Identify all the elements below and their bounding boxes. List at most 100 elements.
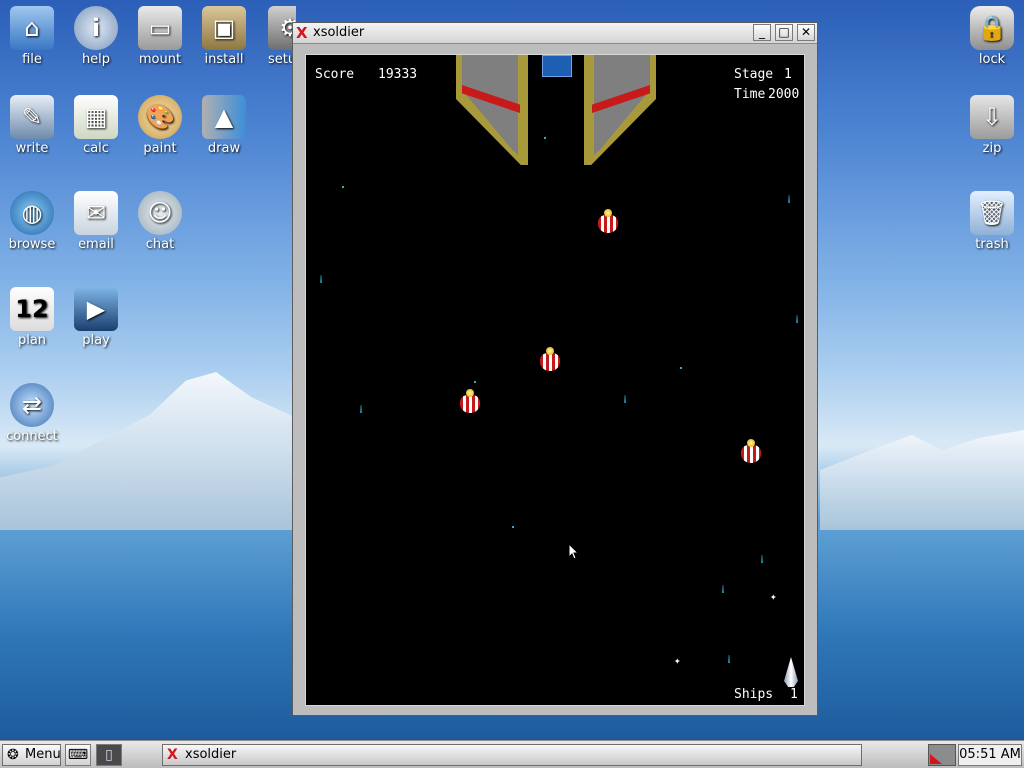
star [512, 526, 514, 528]
enemy-ship [596, 209, 620, 235]
star-streak [360, 405, 362, 413]
trash-bin-icon: 🗑 [970, 191, 1014, 235]
network-flag-icon [930, 754, 942, 764]
enemy-ship [538, 347, 562, 373]
boss-right-wing [584, 55, 656, 165]
start-menu-button[interactable]: ❂ Menu [2, 744, 61, 766]
star-streak [788, 195, 790, 203]
x-logo-icon: X [296, 24, 308, 42]
star [544, 137, 546, 139]
desktop-icon-calc[interactable]: ▦ calc [64, 95, 128, 156]
desktop-icon-label: draw [207, 141, 241, 156]
desktop-icon-label: chat [145, 237, 175, 252]
x-logo-icon: X [167, 747, 178, 763]
desktop-icon-write[interactable]: ✎ write [0, 95, 64, 156]
player-ship [784, 657, 798, 687]
calendar-icon: 12 [10, 287, 54, 331]
desktop-icon-zip[interactable]: ⇩ zip [960, 95, 1024, 156]
enemy-ship [458, 389, 482, 415]
desktop-icon-label: calc [83, 141, 109, 156]
close-button[interactable]: ✕ [797, 24, 815, 41]
boss-core [542, 55, 572, 77]
desktop-icon-play[interactable]: ▶ play [64, 287, 128, 348]
desktop-icon-install[interactable]: ▣ install [192, 6, 256, 67]
zip-archive-icon: ⇩ [970, 95, 1014, 139]
window-titlebar[interactable]: X xsoldier _ □ ✕ [293, 23, 817, 44]
star-streak [320, 275, 322, 283]
star-streak [722, 585, 724, 593]
help-icon: i [74, 6, 118, 50]
boss-left-wing [456, 55, 528, 165]
write-document-icon: ✎ [10, 95, 54, 139]
desktop-icon-paint[interactable]: 🎨 paint [128, 95, 192, 156]
ships-value: 1 [790, 687, 798, 702]
taskbar-item-label: xsoldier [185, 747, 237, 762]
padlock-icon: 🔒 [970, 6, 1014, 50]
desktop-icon-email[interactable]: ✉ email [64, 191, 128, 252]
score-label: Score [315, 67, 355, 82]
score-value: 19333 [378, 67, 418, 82]
stage-value: 1 [784, 67, 792, 82]
desktop-icon-label: email [78, 237, 114, 252]
desktop-icon-file[interactable]: ⌂ file [0, 6, 64, 67]
maximize-button[interactable]: □ [775, 24, 793, 41]
star-streak [728, 655, 730, 663]
media-film-icon: ▶ [74, 287, 118, 331]
email-envelope-icon: ✉ [74, 191, 118, 235]
desktop-icon-mount[interactable]: ▭ mount [128, 6, 192, 67]
desktop-icon-label: help [81, 52, 111, 67]
enemy-bullet: ✦ [770, 590, 777, 603]
desktop-icon-label: play [82, 333, 110, 348]
ships-label: Ships [734, 687, 774, 702]
game-canvas[interactable]: Score 19333 Stage 1 Time 2000 Ships 1 ✦ [305, 54, 805, 706]
desktop-icon-label: write [15, 141, 49, 156]
desktop-icon-chat[interactable]: ☺ chat [128, 191, 192, 252]
system-tray-flag[interactable] [928, 744, 956, 766]
taskbar-item-xsoldier[interactable]: X xsoldier [162, 744, 862, 766]
keyboard-icon: ⌨ [67, 747, 89, 763]
home-folder-icon: ⌂ [10, 6, 54, 50]
mouse-pointer-icon [569, 544, 579, 560]
desktop-icon-label: install [204, 52, 244, 67]
mountain-right [820, 430, 1024, 530]
show-desktop-button[interactable]: ▯ [96, 744, 122, 766]
desktop-icon-browse[interactable]: ◍ browse [0, 191, 64, 252]
keyboard-launcher[interactable]: ⌨ [65, 744, 91, 766]
desktop-icon-label: plan [17, 333, 47, 348]
window-title: xsoldier [313, 25, 365, 40]
star-streak [761, 555, 763, 563]
desktop-icon-label: lock [978, 52, 1006, 67]
menu-label: Menu [25, 747, 61, 762]
paint-palette-icon: 🎨 [138, 95, 182, 139]
desktop-icon-label: connect [6, 429, 58, 444]
globe-icon: ◍ [10, 191, 54, 235]
star-streak [796, 315, 798, 323]
network-connect-icon: ⇄ [10, 383, 54, 427]
desktop-icon-draw[interactable]: ▲ draw [192, 95, 256, 156]
drive-icon: ▭ [138, 6, 182, 50]
xsoldier-window[interactable]: X xsoldier _ □ ✕ Score 19333 Stage 1 Tim… [292, 22, 818, 716]
desktop-icon-label: file [22, 52, 42, 67]
package-box-icon: ▣ [202, 6, 246, 50]
taskbar: ❂ Menu ⌨ ▯ X xsoldier 05:51 AM [0, 740, 1024, 768]
desktop-icon-label: paint [143, 141, 177, 156]
desktop-icon-trash[interactable]: 🗑 trash [960, 191, 1024, 252]
minimize-button[interactable]: _ [753, 24, 771, 41]
chat-bubble-icon: ☺ [138, 191, 182, 235]
time-value: 2000 [768, 87, 800, 102]
desktop-icon-help[interactable]: i help [64, 6, 128, 67]
desktop-icon-label: mount [138, 52, 182, 67]
clock[interactable]: 05:51 AM [958, 744, 1022, 766]
desktop-icon-setup[interactable]: ⚙ setu [256, 6, 296, 67]
draw-shapes-icon: ▲ [202, 95, 246, 139]
desktop-icon-label: zip [982, 141, 1002, 156]
desktop-icon-lock[interactable]: 🔒 lock [960, 6, 1024, 67]
desktop-icon-connect[interactable]: ⇄ connect [0, 383, 64, 444]
time-label: Time [734, 87, 766, 102]
enemy-ship [739, 439, 763, 465]
star [474, 381, 476, 383]
menu-globe-icon: ❂ [7, 747, 19, 763]
desktop-icon-plan[interactable]: 12 plan [0, 287, 64, 348]
desktop-icon-label: browse [8, 237, 56, 252]
star-streak [624, 395, 626, 403]
